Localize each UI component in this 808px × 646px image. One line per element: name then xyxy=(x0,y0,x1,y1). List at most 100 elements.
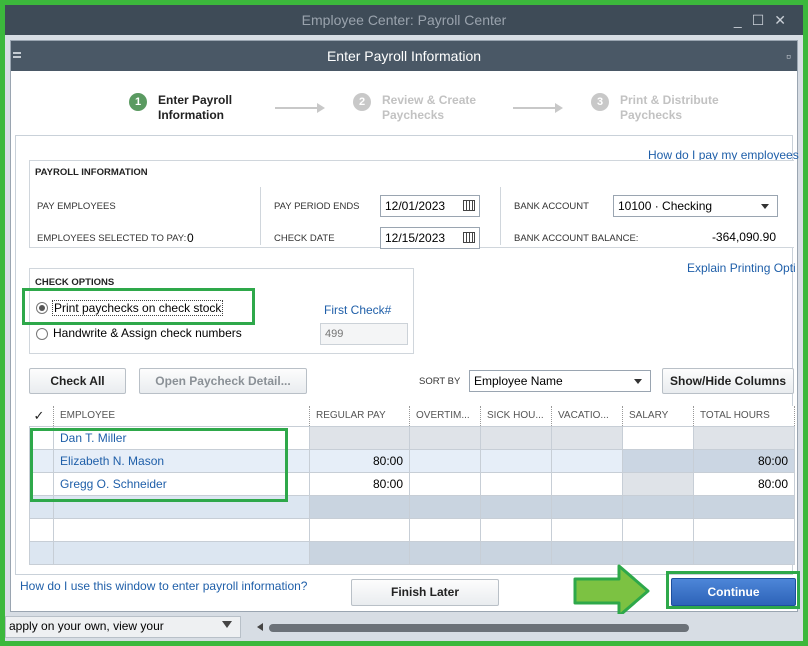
table-row-empty xyxy=(29,540,795,565)
overtime-cell[interactable] xyxy=(409,448,481,473)
calendar-icon[interactable] xyxy=(463,200,475,211)
employees-selected-label: EMPLOYEES SELECTED TO PAY: xyxy=(37,233,187,244)
calendar-icon[interactable] xyxy=(463,232,475,243)
salary-cell[interactable] xyxy=(622,448,694,473)
table-header-row: ✓ EMPLOYEE REGULAR PAY OVERTIM... SICK H… xyxy=(29,406,795,426)
total-hours-cell xyxy=(693,425,795,450)
sick-hours-cell[interactable] xyxy=(480,471,552,496)
check-date-value: 12/15/2023 xyxy=(385,231,446,245)
minimize-icon[interactable]: _ xyxy=(734,12,752,28)
overtime-cell[interactable] xyxy=(409,471,481,496)
dialog-menu-icon[interactable] xyxy=(13,52,21,58)
vacation-cell[interactable] xyxy=(551,425,623,450)
step-1-line1: Enter Payroll xyxy=(158,93,233,107)
salary-cell[interactable] xyxy=(622,425,694,450)
column-header-overtime[interactable]: OVERTIM... xyxy=(409,406,481,426)
background-window-title: Employee Center: Payroll Center xyxy=(5,5,803,35)
sort-by-label: SORT BY xyxy=(419,376,461,387)
first-check-input[interactable] xyxy=(320,323,408,345)
highlight-box-print-option xyxy=(22,288,255,325)
step-2-number-icon: 2 xyxy=(353,93,371,111)
column-header-vacation[interactable]: VACATIO... xyxy=(551,406,623,426)
first-check-label: First Check# xyxy=(324,303,392,317)
check-date-label: CHECK DATE xyxy=(274,233,335,244)
step-2-label: Review & Create Paychecks xyxy=(382,93,476,123)
open-paycheck-detail-button[interactable]: Open Paycheck Detail... xyxy=(139,368,307,394)
step-1-number-icon: 1 xyxy=(129,93,147,111)
step-3-line1: Print & Distribute xyxy=(620,93,719,107)
bank-balance-label: BANK ACCOUNT BALANCE: xyxy=(514,233,639,244)
step-2-line1: Review & Create xyxy=(382,93,477,107)
enter-payroll-dialog: Enter Payroll Information ▫ 1 Enter Payr… xyxy=(10,40,799,612)
explain-printing-options-link[interactable]: Explain Printing Opti xyxy=(687,261,796,275)
regular-pay-cell[interactable]: 80:00 xyxy=(309,448,410,473)
employees-selected-count: 0 xyxy=(187,231,194,245)
pay-employees-label: PAY EMPLOYEES xyxy=(37,201,116,212)
payroll-information-box: PAYROLL INFORMATION PAY EMPLOYEES EMPLOY… xyxy=(29,160,794,249)
step-1-label: Enter Payroll Information xyxy=(158,93,232,123)
sick-hours-cell[interactable] xyxy=(480,448,552,473)
total-hours-cell: 80:00 xyxy=(693,471,795,496)
check-column-header[interactable]: ✓ xyxy=(29,406,54,426)
check-all-button[interactable]: Check All xyxy=(29,368,126,394)
window-controls[interactable]: _☐✕ xyxy=(734,5,796,35)
show-hide-columns-button[interactable]: Show/Hide Columns xyxy=(662,368,794,394)
pay-period-ends-value: 12/01/2023 xyxy=(385,199,446,213)
divider xyxy=(500,187,501,245)
finish-later-button[interactable]: Finish Later xyxy=(351,579,499,606)
sort-by-value: Employee Name xyxy=(474,374,563,388)
dialog-title: Enter Payroll Information xyxy=(11,41,797,71)
column-header-regular-pay[interactable]: REGULAR PAY xyxy=(309,406,410,426)
wizard-steps: 1 Enter Payroll Information 2 Review & C… xyxy=(11,71,797,135)
column-header-employee[interactable]: EMPLOYEE xyxy=(53,406,310,426)
bank-account-select[interactable]: 10100 · Checking xyxy=(613,195,778,217)
column-header-sick-hours[interactable]: SICK HOU... xyxy=(480,406,552,426)
column-header-total-hours[interactable]: TOTAL HOURS xyxy=(693,406,795,426)
salary-cell[interactable] xyxy=(622,471,694,496)
payroll-content-panel: How do I pay my employees PAYROLL INFORM… xyxy=(15,135,799,575)
pay-period-ends-label: PAY PERIOD ENDS xyxy=(274,201,360,212)
handwrite-label[interactable]: Handwrite & Assign check numbers xyxy=(53,326,242,340)
regular-pay-cell[interactable] xyxy=(309,425,410,450)
step-3-label: Print & Distribute Paychecks xyxy=(620,93,719,123)
scroll-left-icon[interactable] xyxy=(257,623,263,631)
divider xyxy=(260,187,261,245)
step-3-line2: Paychecks xyxy=(620,108,683,122)
step-3-number-icon: 3 xyxy=(591,93,609,111)
bank-balance-value: -364,090.90 xyxy=(711,230,776,244)
bank-account-label: BANK ACCOUNT xyxy=(514,201,589,212)
close-icon[interactable]: ✕ xyxy=(774,12,796,28)
payroll-information-title: PAYROLL INFORMATION xyxy=(35,167,148,178)
overtime-cell[interactable] xyxy=(409,425,481,450)
pay-period-ends-field[interactable]: 12/01/2023 xyxy=(380,195,480,217)
vacation-cell[interactable] xyxy=(551,471,623,496)
maximize-icon[interactable]: ☐ xyxy=(752,12,775,28)
help-enter-payroll-link[interactable]: How do I use this window to enter payrol… xyxy=(20,579,307,593)
check-options-title: CHECK OPTIONS xyxy=(35,277,115,288)
check-date-field[interactable]: 12/15/2023 xyxy=(380,227,480,249)
sort-by-select[interactable]: Employee Name xyxy=(469,370,651,392)
chevron-down-icon xyxy=(634,379,642,384)
callout-arrow-icon xyxy=(573,564,650,618)
highlight-box-continue xyxy=(666,571,800,609)
total-hours-cell: 80:00 xyxy=(693,448,795,473)
step-1-line2: Information xyxy=(158,108,224,122)
status-text: apply on your own, view your xyxy=(9,619,164,633)
dialog-close-icon[interactable]: ▫ xyxy=(786,41,791,71)
status-bar: apply on your own, view your xyxy=(5,614,803,641)
regular-pay-cell[interactable]: 80:00 xyxy=(309,471,410,496)
chevron-down-icon[interactable] xyxy=(222,621,232,628)
table-row-empty xyxy=(29,517,795,542)
bank-account-value: 10100 · Checking xyxy=(618,199,713,213)
step-2-line2: Paychecks xyxy=(382,108,445,122)
step-arrow-icon xyxy=(513,103,563,113)
horizontal-scrollbar[interactable] xyxy=(269,624,689,632)
status-text-box[interactable]: apply on your own, view your xyxy=(5,616,241,638)
chevron-down-icon xyxy=(761,204,769,209)
step-arrow-icon xyxy=(275,103,325,113)
sick-hours-cell[interactable] xyxy=(480,425,552,450)
vacation-cell[interactable] xyxy=(551,448,623,473)
handwrite-radio[interactable] xyxy=(36,328,48,340)
column-header-salary[interactable]: SALARY xyxy=(622,406,694,426)
highlight-box-employees xyxy=(30,428,288,502)
